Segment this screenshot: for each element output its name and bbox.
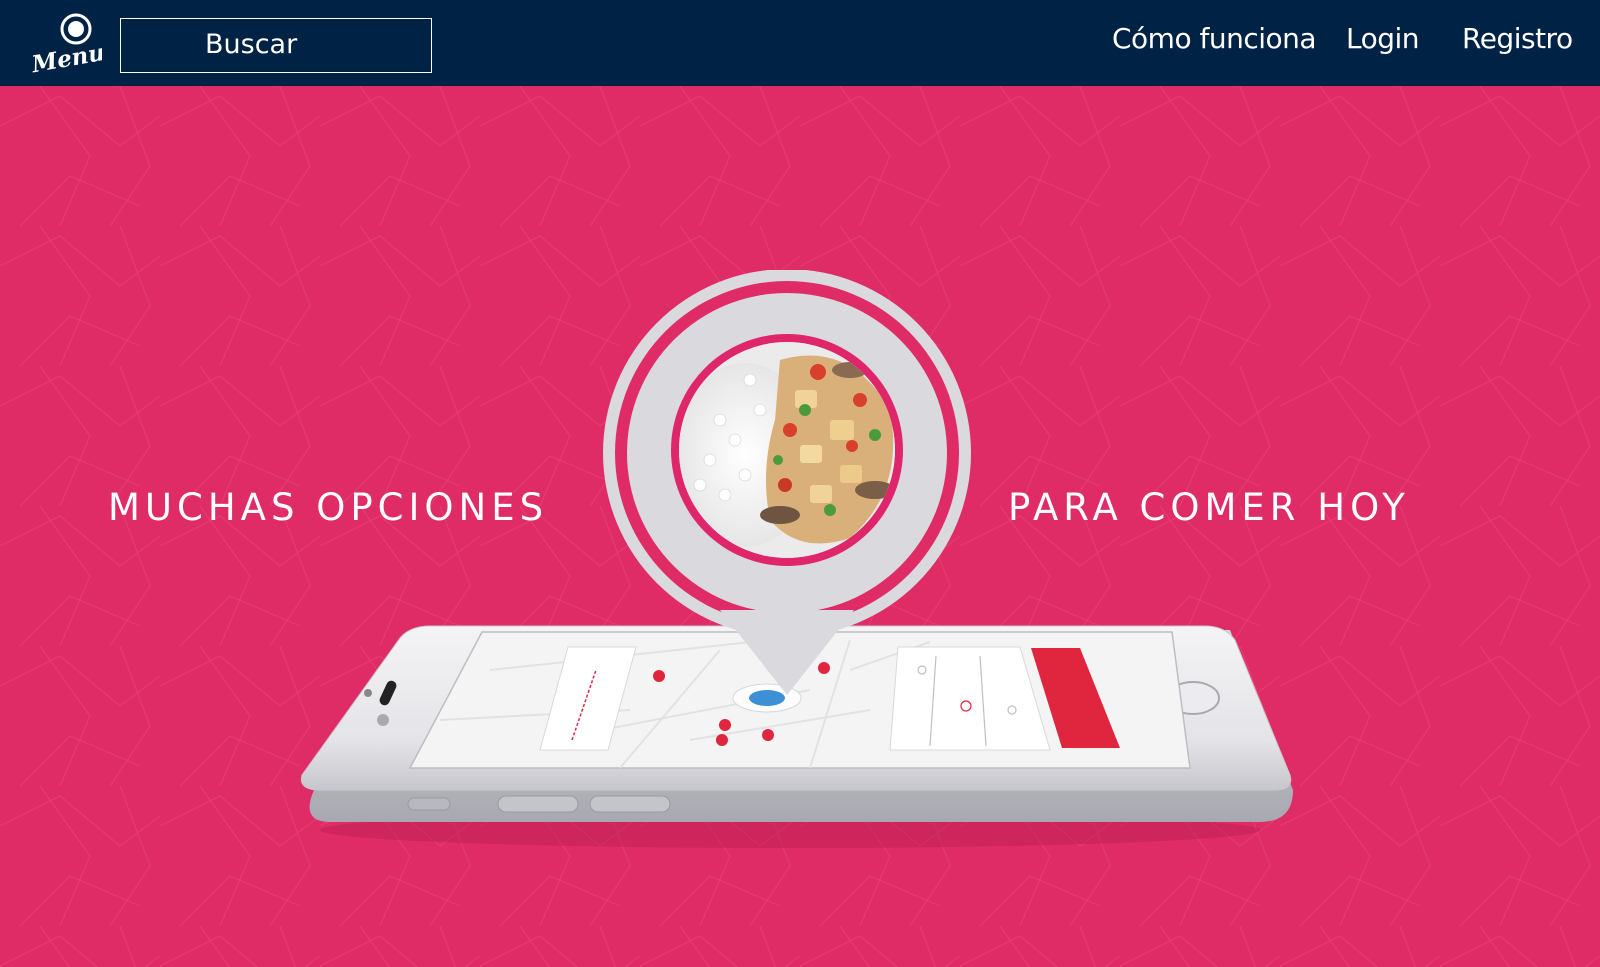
nav-link-how-it-works[interactable]: Cómo funciona <box>1112 22 1317 55</box>
search-label: Buscar <box>205 29 298 60</box>
user-location-dot <box>749 690 785 706</box>
search-button[interactable]: Buscar <box>120 18 432 73</box>
landing-page: Menu Buscar Cómo funciona Login Registro… <box>0 0 1600 967</box>
phone-mute-switch <box>407 797 451 811</box>
phone-sensor <box>364 689 372 697</box>
phone-volume-up <box>497 795 579 813</box>
phone-camera <box>377 714 389 726</box>
navbar: Menu Buscar Cómo funciona Login Registro <box>0 0 1600 86</box>
nav-link-register[interactable]: Registro <box>1462 22 1573 55</box>
menu-logo[interactable]: Menu <box>28 12 102 76</box>
phone-volume-down <box>589 795 671 813</box>
hero-illustration <box>300 270 1294 848</box>
logo-wordmark: Menu <box>29 39 102 76</box>
nav-link-login[interactable]: Login <box>1346 22 1420 55</box>
